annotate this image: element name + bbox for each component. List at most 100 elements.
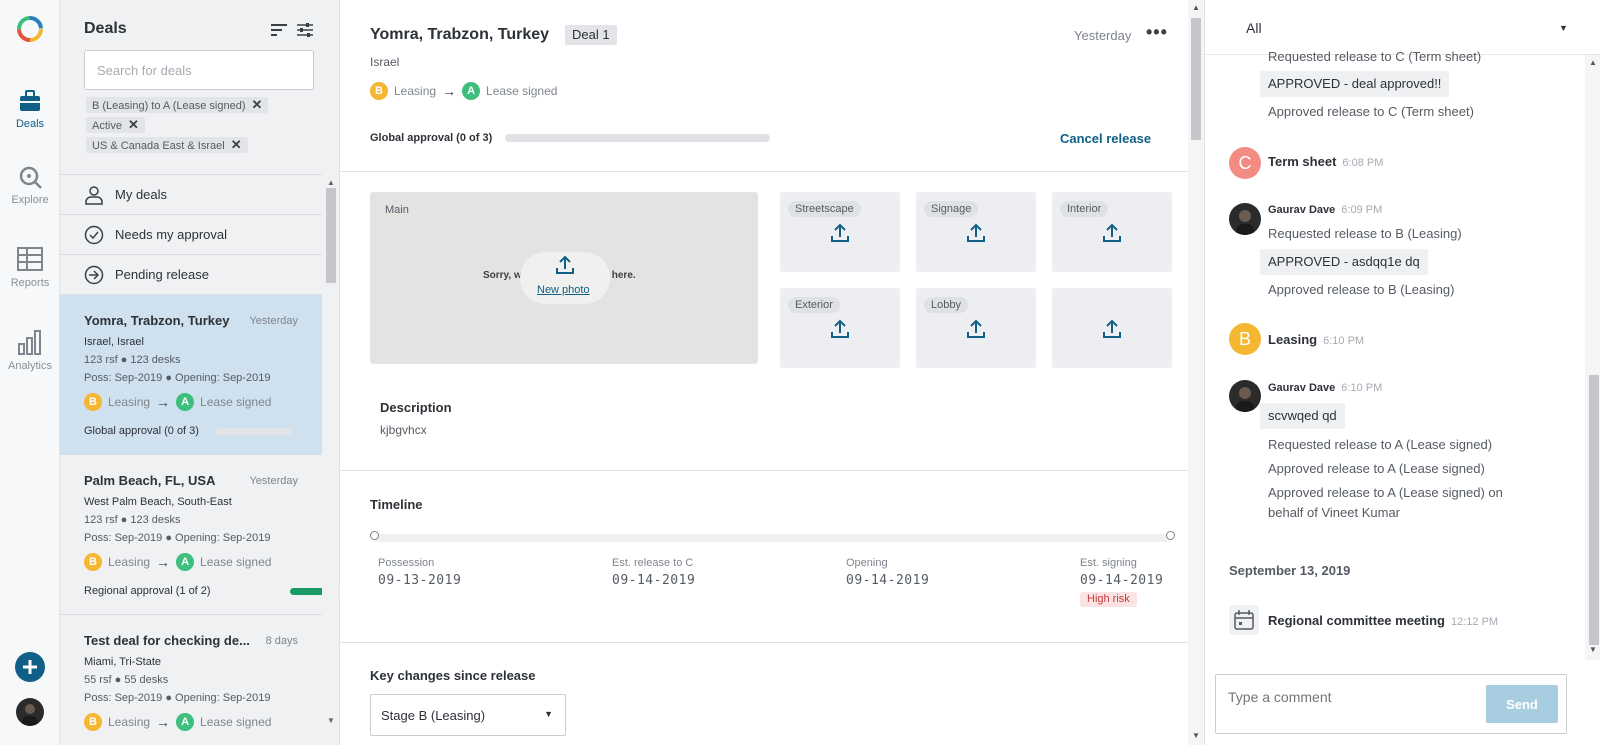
timeline-track: [374, 534, 1170, 542]
quick-filter-my-deals[interactable]: My deals: [60, 174, 322, 214]
remove-chip-icon[interactable]: ✕: [231, 137, 242, 153]
user-name: Gaurav Dave: [1268, 204, 1336, 216]
arrow-right-icon: →: [156, 714, 171, 730]
scroll-up-icon[interactable]: ▲: [327, 178, 335, 187]
activity-scrollbar[interactable]: ▲ ▼: [1585, 55, 1600, 660]
calendar-icon: [1234, 610, 1254, 630]
deal-detail-title: Yomra, Trabzon, Turkey: [370, 26, 550, 43]
caret-down-icon: ▼: [544, 709, 553, 719]
deals-search-input[interactable]: [84, 50, 314, 90]
scroll-up-icon[interactable]: ▲: [1192, 3, 1200, 12]
quick-filter-pending-release[interactable]: Pending release: [60, 254, 322, 294]
app-root: Deals Explore Reports Analytics Deals B …: [0, 0, 1600, 745]
filter-sliders-icon[interactable]: [296, 21, 314, 39]
deal-dates: Poss: Sep-2019 ● Opening: Sep-2019: [84, 372, 271, 384]
event-time: 6:10 PM: [1341, 382, 1383, 394]
new-photo-button[interactable]: New photo: [520, 252, 610, 304]
photo-slot-label: Interior: [1060, 201, 1109, 217]
arrow-right-icon: →: [156, 554, 171, 570]
app-logo-icon[interactable]: [15, 14, 45, 44]
more-options-icon[interactable]: •••: [1146, 22, 1168, 43]
scroll-thumb[interactable]: [1589, 375, 1599, 645]
event-name: Leasing: [1268, 332, 1318, 347]
scroll-thumb[interactable]: [1191, 18, 1201, 140]
scroll-thumb[interactable]: [326, 188, 336, 283]
arrow-right-icon: →: [156, 394, 171, 410]
deal-location: West Palm Beach, South-East: [84, 496, 232, 508]
scroll-down-icon[interactable]: ▼: [1192, 731, 1200, 740]
filter-chip: Active ✕: [86, 117, 145, 133]
add-deal-button[interactable]: [15, 652, 45, 682]
deal-location: Miami, Tri-State: [84, 656, 162, 668]
event-time: 6:09 PM: [1341, 204, 1383, 216]
key-changes-heading: Key changes since release: [370, 668, 536, 683]
remove-chip-icon[interactable]: ✕: [251, 97, 262, 113]
detail-scrollbar[interactable]: ▲ ▼: [1188, 0, 1204, 745]
bar-chart-icon: [18, 330, 41, 355]
deal-stage-transition: B Leasing → A Lease signed: [370, 82, 563, 100]
event-time: 6:08 PM: [1342, 157, 1384, 169]
quick-filter-needs-approval[interactable]: Needs my approval: [60, 214, 322, 254]
risk-badge: High risk: [1080, 592, 1137, 607]
nav-explore[interactable]: Explore: [0, 164, 60, 206]
person-icon: [22, 704, 38, 726]
activity-filter-dropdown[interactable]: All ▼: [1205, 0, 1600, 55]
event-time: 6:10 PM: [1323, 335, 1365, 347]
timeline-milestone: Est. release to C 09-14-2019: [612, 557, 695, 588]
photo-slot-empty[interactable]: [1052, 288, 1172, 368]
upload-icon: [967, 319, 985, 338]
new-photo-link[interactable]: New photo: [537, 284, 590, 296]
photo-slot-lobby[interactable]: Lobby: [916, 288, 1036, 368]
photo-slot-streetscape[interactable]: Streetscape: [780, 192, 900, 272]
meeting-icon-wrap: [1229, 605, 1259, 635]
approval-label: Global approval (0 of 3): [84, 425, 199, 437]
cancel-release-button[interactable]: Cancel release: [1060, 131, 1151, 146]
global-approval-label: Global approval (0 of 3): [370, 132, 493, 144]
deal-card[interactable]: Test deal for checking de... 8 days Miam…: [60, 614, 322, 745]
event-name: Term sheet: [1268, 154, 1337, 169]
photo-slot-interior[interactable]: Interior: [1052, 192, 1172, 272]
deals-scrollbar[interactable]: ▲ ▼: [322, 178, 338, 745]
divider: [340, 642, 1204, 643]
photo-slot-label: Streetscape: [788, 201, 861, 217]
deal-card[interactable]: Yomra, Trabzon, Turkey Yesterday Israel,…: [60, 294, 322, 454]
approval-progress-fill: [290, 588, 325, 595]
milestone-date: 09-13-2019: [378, 573, 462, 588]
deal-location: Israel, Israel: [84, 336, 144, 348]
activity-event-title: Regional committee meeting 12:12 PM: [1268, 613, 1498, 628]
main-photo-slot[interactable]: Main Sorry, we have no imagery here. New…: [370, 192, 758, 364]
deal-time: Yesterday: [249, 315, 298, 327]
timeline-milestone: Est. signing 09-14-2019 High risk: [1080, 557, 1163, 607]
activity-line: Requested release to C (Term sheet): [1268, 49, 1482, 64]
photo-slot-exterior[interactable]: Exterior: [780, 288, 900, 368]
upload-icon: [831, 319, 849, 338]
activity-line: behalf of Vineet Kumar: [1268, 505, 1401, 520]
user-avatar: [1229, 203, 1261, 235]
stage-select[interactable]: Stage B (Leasing) ▼: [370, 694, 566, 736]
check-circle-icon: [84, 225, 104, 245]
comment-input[interactable]: [1228, 689, 1468, 705]
nav-deals[interactable]: Deals: [0, 88, 60, 130]
activity-line: Approved release to A (Lease signed): [1268, 461, 1485, 476]
scroll-down-icon[interactable]: ▼: [1589, 645, 1597, 654]
send-button[interactable]: Send: [1486, 685, 1558, 723]
user-avatar[interactable]: [16, 698, 44, 726]
stage-label: Leasing: [108, 715, 151, 729]
photo-slot-signage[interactable]: Signage: [916, 192, 1036, 272]
nav-reports[interactable]: Reports: [0, 245, 60, 289]
activity-line: Approved release to A (Lease signed) on: [1268, 485, 1503, 500]
scroll-down-icon[interactable]: ▼: [327, 716, 335, 725]
activity-event-title: Gaurav Dave 6:09 PM: [1268, 204, 1382, 216]
deal-time: Yesterday: [249, 475, 298, 487]
deal-stage-transition: B Leasing → A Lease signed: [84, 393, 277, 413]
activity-line: Requested release to A (Lease signed): [1268, 437, 1493, 452]
stage-badge: A: [176, 393, 195, 411]
approval-progress: [216, 428, 292, 435]
deal-card[interactable]: Palm Beach, FL, USA Yesterday West Palm …: [60, 454, 339, 614]
nav-analytics[interactable]: Analytics: [0, 328, 60, 372]
sort-icon[interactable]: [270, 22, 288, 38]
comment-composer: Send: [1215, 674, 1567, 734]
remove-chip-icon[interactable]: ✕: [128, 117, 139, 133]
scroll-up-icon[interactable]: ▲: [1589, 58, 1597, 67]
comment-bubble: APPROVED - asdqq1e dq: [1260, 249, 1428, 275]
